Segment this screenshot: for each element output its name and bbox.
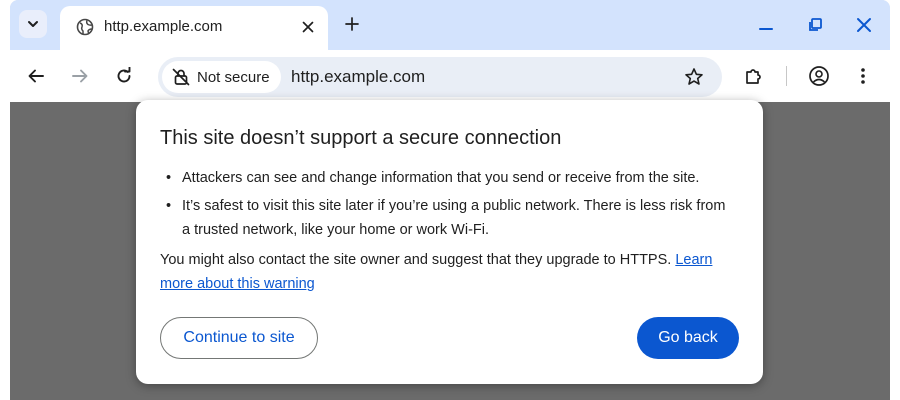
profile-button[interactable] bbox=[805, 62, 833, 90]
close-icon bbox=[857, 18, 871, 32]
extensions-button[interactable] bbox=[740, 62, 768, 90]
plus-icon bbox=[345, 17, 359, 31]
toolbar-divider bbox=[786, 66, 787, 86]
reload-icon bbox=[117, 67, 131, 83]
profile-icon bbox=[809, 66, 829, 86]
minimize-button[interactable] bbox=[754, 13, 778, 37]
bookmark-button[interactable] bbox=[682, 65, 706, 89]
address-bar[interactable]: Not secure http.example.com bbox=[158, 57, 722, 97]
restore-button[interactable] bbox=[803, 13, 827, 37]
close-icon bbox=[302, 21, 314, 33]
paragraph-text: You might also contact the site owner an… bbox=[160, 252, 672, 268]
dialog-title: This site doesn’t support a secure conne… bbox=[160, 127, 562, 149]
arrow-left-icon bbox=[28, 69, 44, 83]
tab-strip: http.example.com bbox=[10, 0, 890, 50]
close-window-button[interactable] bbox=[852, 13, 876, 37]
tab-close-button[interactable] bbox=[298, 17, 318, 37]
minimize-icon bbox=[759, 28, 773, 30]
go-back-button[interactable]: Go back bbox=[637, 317, 739, 359]
tab-search-button[interactable] bbox=[19, 10, 47, 38]
continue-to-site-button[interactable]: Continue to site bbox=[160, 317, 318, 359]
not-secure-lock-icon bbox=[172, 68, 190, 86]
url-text[interactable]: http.example.com bbox=[291, 67, 425, 87]
puzzle-piece-icon bbox=[746, 69, 761, 84]
warning-list: Attackers can see and change information… bbox=[166, 166, 736, 242]
more-vert-icon bbox=[861, 68, 865, 84]
forward-nav-button[interactable] bbox=[66, 62, 94, 90]
arrow-right-icon bbox=[72, 69, 88, 83]
reload-button[interactable] bbox=[110, 62, 138, 90]
restore-icon bbox=[809, 18, 822, 31]
chevron-down-icon bbox=[28, 21, 38, 27]
globe-icon bbox=[76, 18, 94, 36]
toolbar: Not secure http.example.com bbox=[10, 50, 890, 102]
star-icon bbox=[685, 68, 703, 85]
menu-button[interactable] bbox=[849, 62, 877, 90]
site-security-chip[interactable]: Not secure bbox=[162, 61, 281, 93]
new-tab-button[interactable] bbox=[341, 13, 363, 35]
back-nav-button[interactable] bbox=[22, 62, 50, 90]
insecure-connection-dialog: This site doesn’t support a secure conne… bbox=[136, 100, 763, 384]
dialog-paragraph: You might also contact the site owner an… bbox=[160, 248, 740, 296]
active-tab[interactable]: http.example.com bbox=[60, 6, 328, 50]
warning-item: Attackers can see and change information… bbox=[166, 166, 736, 190]
warning-item: It’s safest to visit this site later if … bbox=[166, 194, 736, 242]
security-chip-label: Not secure bbox=[197, 69, 270, 86]
tab-title: http.example.com bbox=[104, 18, 223, 35]
